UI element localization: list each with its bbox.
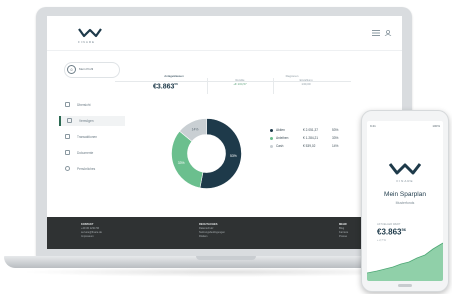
status-battery: 100% xyxy=(432,124,440,128)
total-value-text: €3.863 xyxy=(153,83,175,91)
app-header: FINARE xyxy=(47,16,402,51)
donut-slice-label: 53% xyxy=(230,154,237,158)
legend-label: Cash xyxy=(276,144,284,148)
legend-label: Aktien xyxy=(276,128,285,132)
avatar-icon: ☺ xyxy=(67,65,76,74)
brand-text: FINARE xyxy=(78,40,96,44)
phone-value-change: + 2,7 % xyxy=(377,239,386,242)
allocation-donut-chart: 53% 33% 14% xyxy=(171,118,242,189)
doc-icon xyxy=(65,150,70,155)
status-time: 9:41 xyxy=(370,124,376,128)
logo-icon[interactable] xyxy=(78,27,102,39)
sidebar-item-label: Übersicht xyxy=(77,103,91,107)
sidebar-item-persoenliches[interactable]: Persönliches xyxy=(59,164,123,174)
sidebar-item-label: Persönliches xyxy=(77,167,96,171)
sidebar-item-vermoegen[interactable]: Vermögen xyxy=(59,116,125,126)
phone-value-text: €3.863 xyxy=(377,227,402,237)
sidebar-item-label: Transaktionen xyxy=(77,135,98,139)
legend-value: € 539,02 xyxy=(303,144,316,148)
phone-subtitle: Musterfonds xyxy=(395,201,415,205)
tab-regionen[interactable]: Regionen xyxy=(233,71,351,81)
footer-link[interactable]: Presse xyxy=(339,235,348,239)
list-icon xyxy=(65,134,70,139)
legend-value: € 2.051,37 xyxy=(303,128,319,132)
person-icon xyxy=(65,166,70,171)
total-value: €3.86356 xyxy=(153,82,178,90)
phone-value-label: AKTUELLER WERT xyxy=(377,223,401,226)
phone-value: €3.86356 xyxy=(377,227,406,237)
legend-percent: 14% xyxy=(332,144,339,148)
sidebar-item-label: Vermögen xyxy=(79,119,94,123)
stat-value: +€ 104,57 xyxy=(233,82,247,86)
legend-swatch xyxy=(270,137,273,140)
donut-slice-label: 14% xyxy=(192,127,199,131)
sidebar: ☺ Mein Profil Übersicht Vermögen Transak… xyxy=(47,50,125,217)
phone-home-indicator[interactable] xyxy=(398,284,412,287)
donut-slice-anleihen xyxy=(171,130,204,189)
legend-swatch xyxy=(270,145,273,148)
sidebar-item-uebersicht[interactable]: Übersicht xyxy=(59,100,123,110)
sidebar-item-label: Dokumente xyxy=(77,151,94,155)
total-value-sup: 56 xyxy=(174,82,178,86)
legend-percent: 33% xyxy=(332,136,339,140)
app-footer: KONTAKT +49 30 1234 56 service@finare.de… xyxy=(47,217,402,249)
footer-link[interactable]: Impressum xyxy=(81,235,102,239)
footer-link[interactable]: Risiken xyxy=(199,235,225,239)
grid-icon xyxy=(65,102,70,107)
legend-value: € 1.284,21 xyxy=(303,136,319,140)
legend-swatch xyxy=(270,129,273,132)
footer-column-kontakt: KONTAKT +49 30 1234 56 service@finare.de… xyxy=(81,223,102,239)
phone-screen: 9:41 100% FINARE Mein Sparplan Musterfon… xyxy=(367,121,443,281)
phone-value-sup: 56 xyxy=(401,227,406,232)
laptop-notch xyxy=(196,256,256,260)
tab-underline xyxy=(115,81,351,82)
footer-column-mehr: MEHR Blog Karriere Presse xyxy=(339,223,348,239)
user-icon[interactable] xyxy=(384,30,392,36)
wallet-icon xyxy=(67,118,72,123)
donut-slice-label: 33% xyxy=(178,161,185,165)
stat-value: 130,00 xyxy=(301,82,311,86)
profile-button[interactable]: ☺ Mein Profil xyxy=(64,62,120,78)
phone-status-bar: 9:41 100% xyxy=(367,121,443,131)
phone-title: Mein Sparplan xyxy=(384,191,426,198)
sidebar-item-dokumente[interactable]: Dokumente xyxy=(59,148,123,158)
legend-percent: 53% xyxy=(332,128,339,132)
profile-name: Mein Profil xyxy=(79,67,94,71)
bars-icon[interactable] xyxy=(372,30,380,36)
footer-column-rechtliches: RECHTLICHES Datenschutz Nutzungsbedingun… xyxy=(199,223,225,239)
phone-device: 9:41 100% FINARE Mein Sparplan Musterfon… xyxy=(361,110,449,292)
sidebar-item-transaktionen[interactable]: Transaktionen xyxy=(59,132,123,142)
legend-label: Anleihen xyxy=(276,136,289,140)
phone-brand-text: FINARE xyxy=(396,179,414,183)
logo-icon xyxy=(389,163,421,175)
